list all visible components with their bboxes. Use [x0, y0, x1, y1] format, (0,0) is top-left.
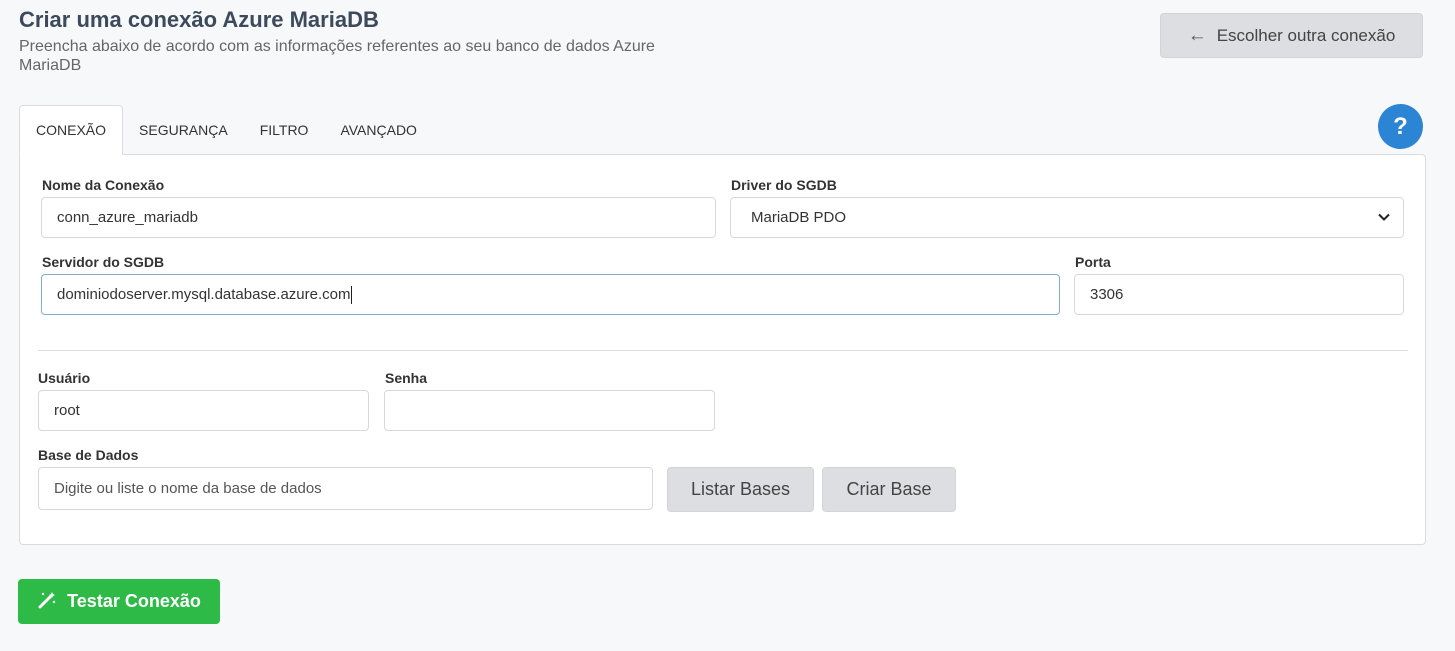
driver-select[interactable]: MariaDB PDO: [730, 197, 1404, 238]
create-base-button[interactable]: Criar Base: [822, 467, 956, 512]
connection-name-value: conn_azure_mariadb: [57, 209, 198, 226]
database-input[interactable]: Digite ou liste o nome da base de dados: [38, 467, 653, 510]
tab-seguranca-label: SEGURANÇA: [139, 122, 228, 138]
tab-conexao-label: CONEXÃO: [36, 122, 107, 138]
driver-value: MariaDB PDO: [751, 209, 847, 226]
database-placeholder: Digite ou liste o nome da base de dados: [54, 480, 322, 497]
chevron-down-icon: [1377, 210, 1391, 227]
test-connection-button[interactable]: Testar Conexão: [18, 579, 220, 624]
user-input[interactable]: root: [38, 390, 369, 431]
page-title: Criar uma conexão Azure MariaDB: [19, 7, 379, 32]
driver-label: Driver do SGDB: [731, 177, 837, 193]
choose-other-connection-label: Escolher outra conexão: [1216, 25, 1396, 45]
tab-filtro[interactable]: FILTRO: [244, 105, 325, 155]
password-input[interactable]: [384, 390, 715, 431]
question-icon: ?: [1393, 112, 1408, 140]
server-input[interactable]: dominiodoserver.mysql.database.azure.com: [41, 274, 1060, 315]
port-value: 3306: [1090, 286, 1124, 303]
tab-avancado-label: AVANÇADO: [340, 122, 417, 138]
server-label: Servidor do SGDB: [42, 254, 165, 270]
create-base-label: Criar Base: [846, 479, 932, 499]
connection-form-panel: Nome da Conexão conn_azure_mariadb Drive…: [19, 154, 1426, 545]
choose-other-connection-button[interactable]: ← Escolher outra conexão: [1160, 13, 1423, 58]
tab-conexao[interactable]: CONEXÃO: [19, 105, 124, 155]
port-input[interactable]: 3306: [1074, 274, 1404, 315]
test-connection-label: Testar Conexão: [67, 591, 201, 611]
port-label: Porta: [1075, 254, 1111, 270]
server-value: dominiodoserver.mysql.database.azure.com: [57, 286, 351, 303]
connection-name-input[interactable]: conn_azure_mariadb: [41, 197, 716, 238]
tab-filtro-label: FILTRO: [259, 122, 309, 138]
list-bases-label: Listar Bases: [690, 479, 791, 499]
arrow-left-icon: ←: [1187, 25, 1207, 46]
tab-bar: CONEXÃO SEGURANÇA FILTRO AVANÇADO: [19, 105, 433, 155]
tab-seguranca[interactable]: SEGURANÇA: [123, 105, 244, 155]
user-label: Usuário: [38, 370, 91, 386]
text-caret: [351, 285, 353, 304]
tab-avancado[interactable]: AVANÇADO: [324, 105, 433, 155]
page-subtitle: Preencha abaixo de acordo com as informa…: [19, 38, 655, 74]
list-bases-button[interactable]: Listar Bases: [667, 467, 814, 512]
connection-name-label: Nome da Conexão: [42, 177, 165, 193]
user-value: root: [54, 402, 80, 419]
magic-wand-icon: [37, 590, 57, 613]
password-label: Senha: [385, 370, 428, 386]
database-label: Base de Dados: [38, 447, 139, 463]
section-divider: [38, 350, 1408, 351]
help-button[interactable]: ?: [1378, 104, 1423, 149]
